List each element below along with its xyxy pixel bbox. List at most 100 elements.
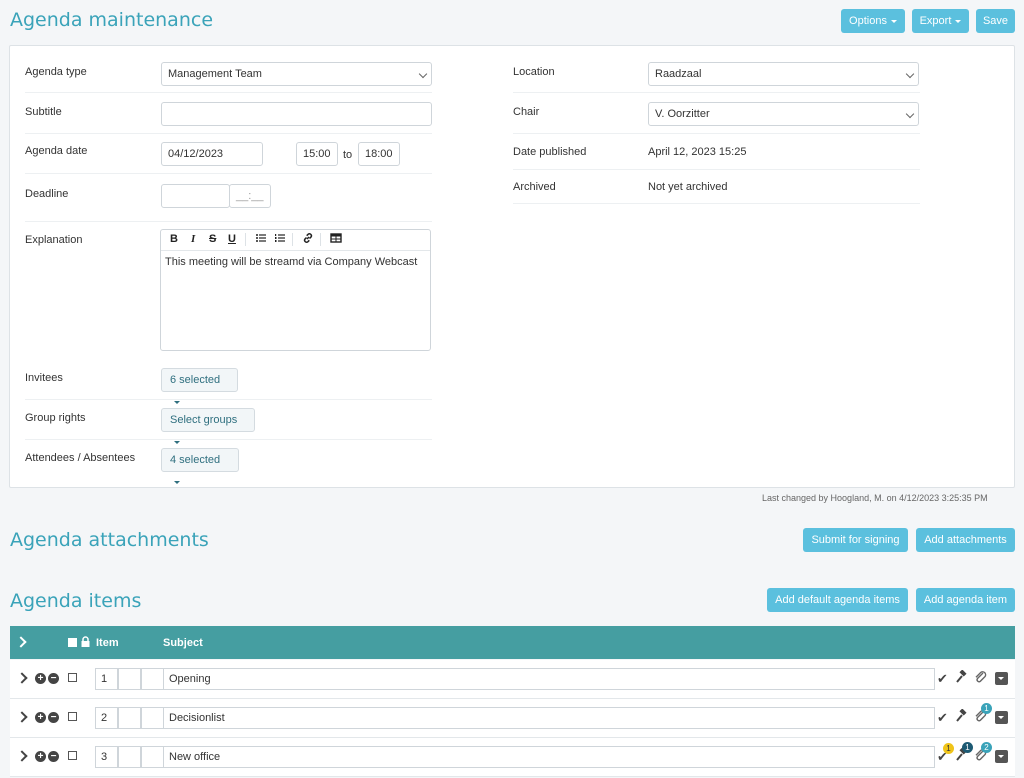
row-checkbox[interactable]	[68, 673, 77, 682]
check-icon[interactable]: ✔	[937, 710, 948, 726]
export-button-label: Export	[919, 15, 952, 27]
row-menu-dropdown[interactable]	[995, 750, 1008, 763]
table-row[interactable]: + − 2 Decisionlist ✔ 1	[10, 699, 1015, 738]
italic-button[interactable]: I	[191, 233, 195, 245]
deadline-time-input[interactable]: __:__	[229, 184, 271, 208]
paperclip-icon[interactable]: 2	[974, 742, 992, 765]
divider	[513, 169, 920, 170]
archived-label: Archived	[513, 181, 556, 193]
underline-button[interactable]: U	[228, 233, 236, 245]
items-table-header: Item Subject	[10, 626, 1015, 659]
divider	[513, 92, 920, 93]
subject-column-header: Subject	[163, 637, 203, 649]
row-menu-dropdown[interactable]	[995, 672, 1008, 685]
row-checkbox[interactable]	[68, 712, 77, 721]
save-button[interactable]: Save	[976, 9, 1015, 33]
item-subnumber-input[interactable]	[118, 707, 141, 729]
table-row[interactable]: + − 1 Opening ✔	[10, 660, 1015, 699]
check-icon[interactable]: ✔	[937, 671, 948, 687]
add-attachments-button[interactable]: Add attachments	[916, 528, 1015, 552]
invitees-dropdown[interactable]: 6 selected	[161, 368, 238, 404]
explanation-editor[interactable]: B I S U This meeting will be streamd via…	[160, 229, 431, 351]
subtitle-input[interactable]	[161, 102, 432, 126]
expand-row-icon[interactable]	[16, 711, 28, 723]
agenda-date-label: Agenda date	[25, 145, 88, 157]
attachments-title: Agenda attachments	[10, 529, 209, 551]
subject-input[interactable]: Opening	[163, 668, 935, 690]
table-icon[interactable]	[330, 232, 342, 247]
agenda-date-input[interactable]: 04/12/2023	[161, 142, 263, 166]
to-label: to	[343, 149, 353, 161]
editor-content[interactable]: This meeting will be streamd via Company…	[165, 256, 417, 268]
location-label: Location	[513, 66, 555, 78]
date-published-label: Date published	[513, 146, 587, 158]
add-agenda-item-button[interactable]: Add agenda item	[916, 588, 1015, 612]
item-subnumber-input[interactable]	[118, 746, 141, 768]
group-rights-label: Group rights	[25, 412, 86, 424]
gavel-icon[interactable]	[955, 708, 969, 726]
table-row[interactable]: + − 3 New office ✔ 1 1 2	[10, 738, 1015, 777]
gavel-icon[interactable]: 1	[955, 742, 973, 765]
check-count-badge: 1	[943, 743, 954, 754]
invitees-label: Invitees	[25, 372, 63, 384]
decision-count-badge: 1	[962, 742, 973, 753]
remove-item-icon[interactable]: −	[48, 712, 59, 723]
start-time-input[interactable]: 15:00	[296, 142, 338, 166]
bullet-list-icon[interactable]	[255, 232, 267, 247]
export-button[interactable]: Export	[912, 9, 969, 33]
item-number-input[interactable]: 1	[95, 668, 118, 690]
paperclip-icon[interactable]	[974, 670, 988, 687]
item-number-input[interactable]: 2	[95, 707, 118, 729]
chevron-down-icon	[418, 69, 428, 79]
archived-value: Not yet archived	[648, 181, 728, 193]
group-rights-dropdown[interactable]: Select groups	[161, 408, 255, 444]
expand-row-icon[interactable]	[16, 672, 28, 684]
link-icon[interactable]	[302, 232, 314, 247]
caret-down-icon	[174, 480, 180, 484]
item-subsubnumber-input[interactable]	[141, 707, 164, 729]
add-sub-item-icon[interactable]: +	[35, 673, 46, 684]
agenda-type-select[interactable]: Management Team	[161, 62, 432, 86]
add-default-agenda-items-button[interactable]: Add default agenda items	[767, 588, 908, 612]
item-subnumber-input[interactable]	[118, 668, 141, 690]
divider	[513, 133, 920, 134]
group-rights-value: Select groups	[170, 414, 238, 426]
remove-item-icon[interactable]: −	[48, 673, 59, 684]
attendees-label: Attendees / Absentees	[25, 452, 136, 464]
deadline-date-input[interactable]	[161, 184, 230, 208]
check-icon[interactable]: ✔ 1	[937, 743, 954, 765]
attendees-dropdown[interactable]: 4 selected	[161, 448, 239, 484]
item-number-input[interactable]: 3	[95, 746, 118, 768]
subject-input[interactable]: Decisionlist	[163, 707, 935, 729]
expand-row-icon[interactable]	[16, 750, 28, 762]
caret-down-icon	[890, 19, 897, 23]
caret-down-icon	[955, 19, 962, 23]
bold-button[interactable]: B	[170, 233, 178, 245]
submit-for-signing-button[interactable]: Submit for signing	[803, 528, 908, 552]
date-published-value: April 12, 2023 15:25	[648, 146, 747, 158]
paperclip-icon[interactable]: 1	[974, 703, 992, 726]
row-checkbox[interactable]	[68, 751, 77, 760]
attachment-count-badge: 2	[981, 742, 992, 753]
subject-input[interactable]: New office	[163, 746, 935, 768]
gavel-icon[interactable]	[955, 669, 969, 687]
add-sub-item-icon[interactable]: +	[35, 712, 46, 723]
item-subsubnumber-input[interactable]	[141, 668, 164, 690]
remove-item-icon[interactable]: −	[48, 751, 59, 762]
strikethrough-button[interactable]: S	[209, 233, 216, 245]
deadline-label: Deadline	[25, 188, 69, 200]
agenda-items-title: Agenda items	[10, 590, 142, 612]
select-all-checkbox[interactable]	[68, 638, 77, 647]
chair-select[interactable]: V. Oorzitter	[648, 102, 919, 126]
row-menu-dropdown[interactable]	[995, 711, 1008, 724]
end-time-input[interactable]: 18:00	[358, 142, 400, 166]
item-subsubnumber-input[interactable]	[141, 746, 164, 768]
toolbar-divider	[320, 233, 321, 246]
caret-down-icon	[174, 400, 180, 404]
add-sub-item-icon[interactable]: +	[35, 751, 46, 762]
expand-all-icon[interactable]	[15, 636, 27, 648]
caret-down-icon	[174, 440, 180, 444]
location-select[interactable]: Raadzaal	[648, 62, 919, 86]
numbered-list-icon[interactable]	[274, 232, 286, 247]
options-button[interactable]: Options	[841, 9, 905, 33]
